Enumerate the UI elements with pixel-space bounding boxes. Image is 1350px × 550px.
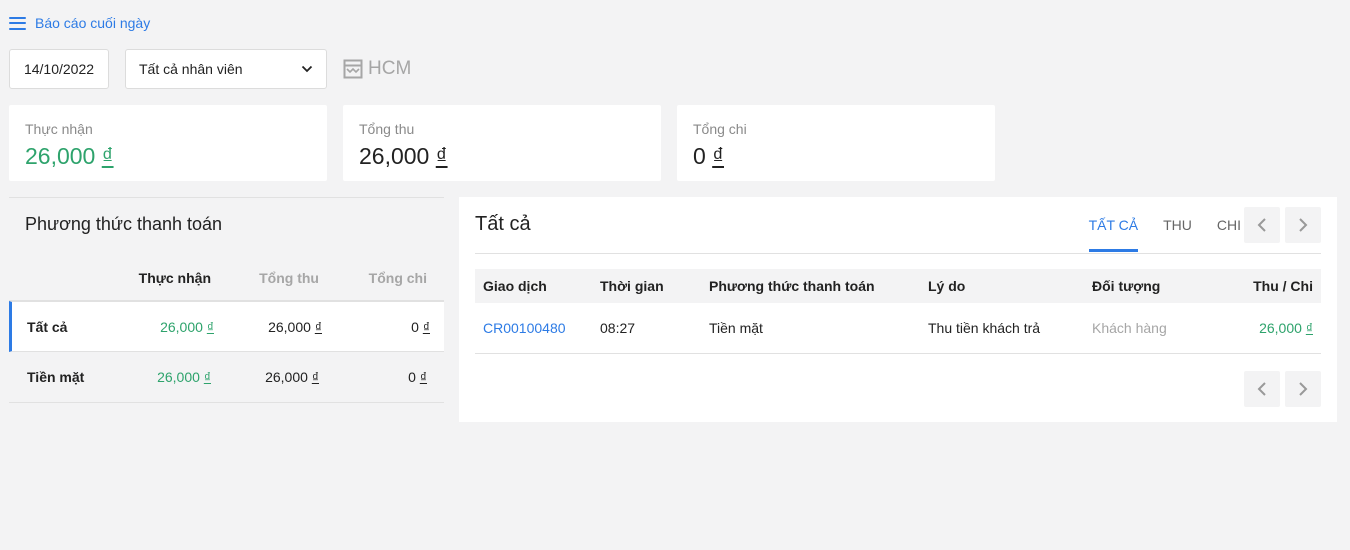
card-label: Tổng chi bbox=[693, 121, 747, 137]
tabs-next-button[interactable] bbox=[1285, 207, 1321, 243]
pagination bbox=[1244, 371, 1321, 407]
staff-select[interactable]: Tất cả nhân viên bbox=[125, 49, 327, 89]
method-name: Tất cả bbox=[27, 318, 68, 335]
card-income: Tổng thu 26,000 ₫ bbox=[343, 105, 661, 181]
payment-methods-header: Thực nhận Tổng thu Tổng chi bbox=[9, 256, 444, 300]
page-next-button[interactable] bbox=[1285, 371, 1321, 407]
col-party: Đối tượng bbox=[1092, 278, 1161, 294]
card-label: Tổng thu bbox=[359, 121, 415, 137]
hamburger-menu-icon[interactable] bbox=[9, 16, 26, 30]
card-value: 26,000 ₫ bbox=[25, 143, 114, 169]
chevron-right-icon bbox=[1299, 382, 1308, 396]
transactions-title: Tất cả bbox=[475, 213, 531, 235]
transaction-tabs: TẤT CẢ THU CHI bbox=[1064, 197, 1241, 254]
page-prev-button[interactable] bbox=[1244, 371, 1280, 407]
col-method: Phương thức thanh toán bbox=[709, 278, 875, 294]
method-income: 26,000 ₫ bbox=[265, 369, 319, 385]
method-expense: 0 ₫ bbox=[408, 369, 427, 385]
col-income: Tổng thu bbox=[259, 270, 319, 286]
staff-select-value: Tất cả nhân viên bbox=[139, 61, 243, 77]
transaction-code-link[interactable]: CR00100480 bbox=[475, 320, 600, 336]
chevron-right-icon bbox=[1299, 218, 1308, 232]
tabs-prev-button[interactable] bbox=[1244, 207, 1280, 243]
date-picker[interactable]: 14/10/2022 bbox=[9, 49, 109, 89]
page-title[interactable]: Báo cáo cuối ngày bbox=[35, 15, 150, 31]
table-header: Giao dịch Thời gian Phương thức thanh to… bbox=[475, 269, 1321, 303]
store-name: HCM bbox=[368, 58, 412, 79]
transaction-time: 08:27 bbox=[600, 320, 636, 336]
tab-income[interactable]: THU bbox=[1163, 197, 1192, 254]
transactions-header: Tất cả TẤT CẢ THU CHI bbox=[475, 197, 1321, 254]
transaction-method: Tiền mặt bbox=[709, 320, 763, 336]
transactions-table: Giao dịch Thời gian Phương thức thanh to… bbox=[475, 269, 1321, 354]
summary-cards: Thực nhận 26,000 ₫ Tổng thu 26,000 ₫ Tổn… bbox=[9, 105, 995, 181]
payment-method-row-all[interactable]: Tất cả 26,000 ₫ 26,000 ₫ 0 ₫ bbox=[9, 301, 444, 352]
method-income: 26,000 ₫ bbox=[268, 318, 322, 335]
payment-method-row-cash[interactable]: Tiền mặt 26,000 ₫ 26,000 ₫ 0 ₫ bbox=[9, 352, 444, 403]
transaction-party: Khách hàng bbox=[1092, 320, 1167, 336]
transactions-panel: Tất cả TẤT CẢ THU CHI Giao dịch Thời gia… bbox=[459, 197, 1337, 422]
method-received: 26,000 ₫ bbox=[160, 318, 214, 335]
col-transaction: Giao dịch bbox=[483, 278, 547, 294]
card-value: 0 ₫ bbox=[693, 143, 724, 169]
tab-all[interactable]: TẤT CẢ bbox=[1088, 197, 1139, 252]
card-received: Thực nhận 26,000 ₫ bbox=[9, 105, 327, 181]
chevron-left-icon bbox=[1257, 382, 1266, 396]
col-amount: Thu / Chi bbox=[1253, 278, 1313, 294]
topbar: Báo cáo cuối ngày bbox=[9, 14, 150, 32]
filters-bar: 14/10/2022 Tất cả nhân viên HCM bbox=[9, 49, 411, 89]
transaction-amount: 26,000 ₫ bbox=[1259, 320, 1313, 336]
payment-methods-title: Phương thức thanh toán bbox=[25, 214, 223, 234]
card-value: 26,000 ₫ bbox=[359, 143, 448, 169]
method-name: Tiền mặt bbox=[27, 369, 85, 385]
chevron-down-icon bbox=[300, 62, 314, 76]
method-received: 26,000 ₫ bbox=[157, 369, 211, 385]
transaction-reason: Thu tiền khách trả bbox=[928, 320, 1041, 336]
method-expense: 0 ₫ bbox=[411, 318, 430, 335]
card-label: Thực nhận bbox=[25, 121, 93, 137]
card-expense: Tổng chi 0 ₫ bbox=[677, 105, 995, 181]
tabs-nav bbox=[1244, 207, 1321, 243]
store-indicator: HCM bbox=[343, 58, 411, 80]
store-icon bbox=[343, 59, 363, 79]
chevron-left-icon bbox=[1257, 218, 1266, 232]
col-reason: Lý do bbox=[928, 278, 966, 294]
tab-expense[interactable]: CHI bbox=[1217, 197, 1241, 254]
col-received: Thực nhận bbox=[138, 270, 211, 286]
table-row: CR00100480 08:27 Tiền mặt Thu tiền khách… bbox=[475, 303, 1321, 354]
col-expense: Tổng chi bbox=[368, 270, 427, 286]
payment-methods-panel: Phương thức thanh toán Thực nhận Tổng th… bbox=[9, 197, 444, 403]
col-time: Thời gian bbox=[600, 278, 664, 294]
